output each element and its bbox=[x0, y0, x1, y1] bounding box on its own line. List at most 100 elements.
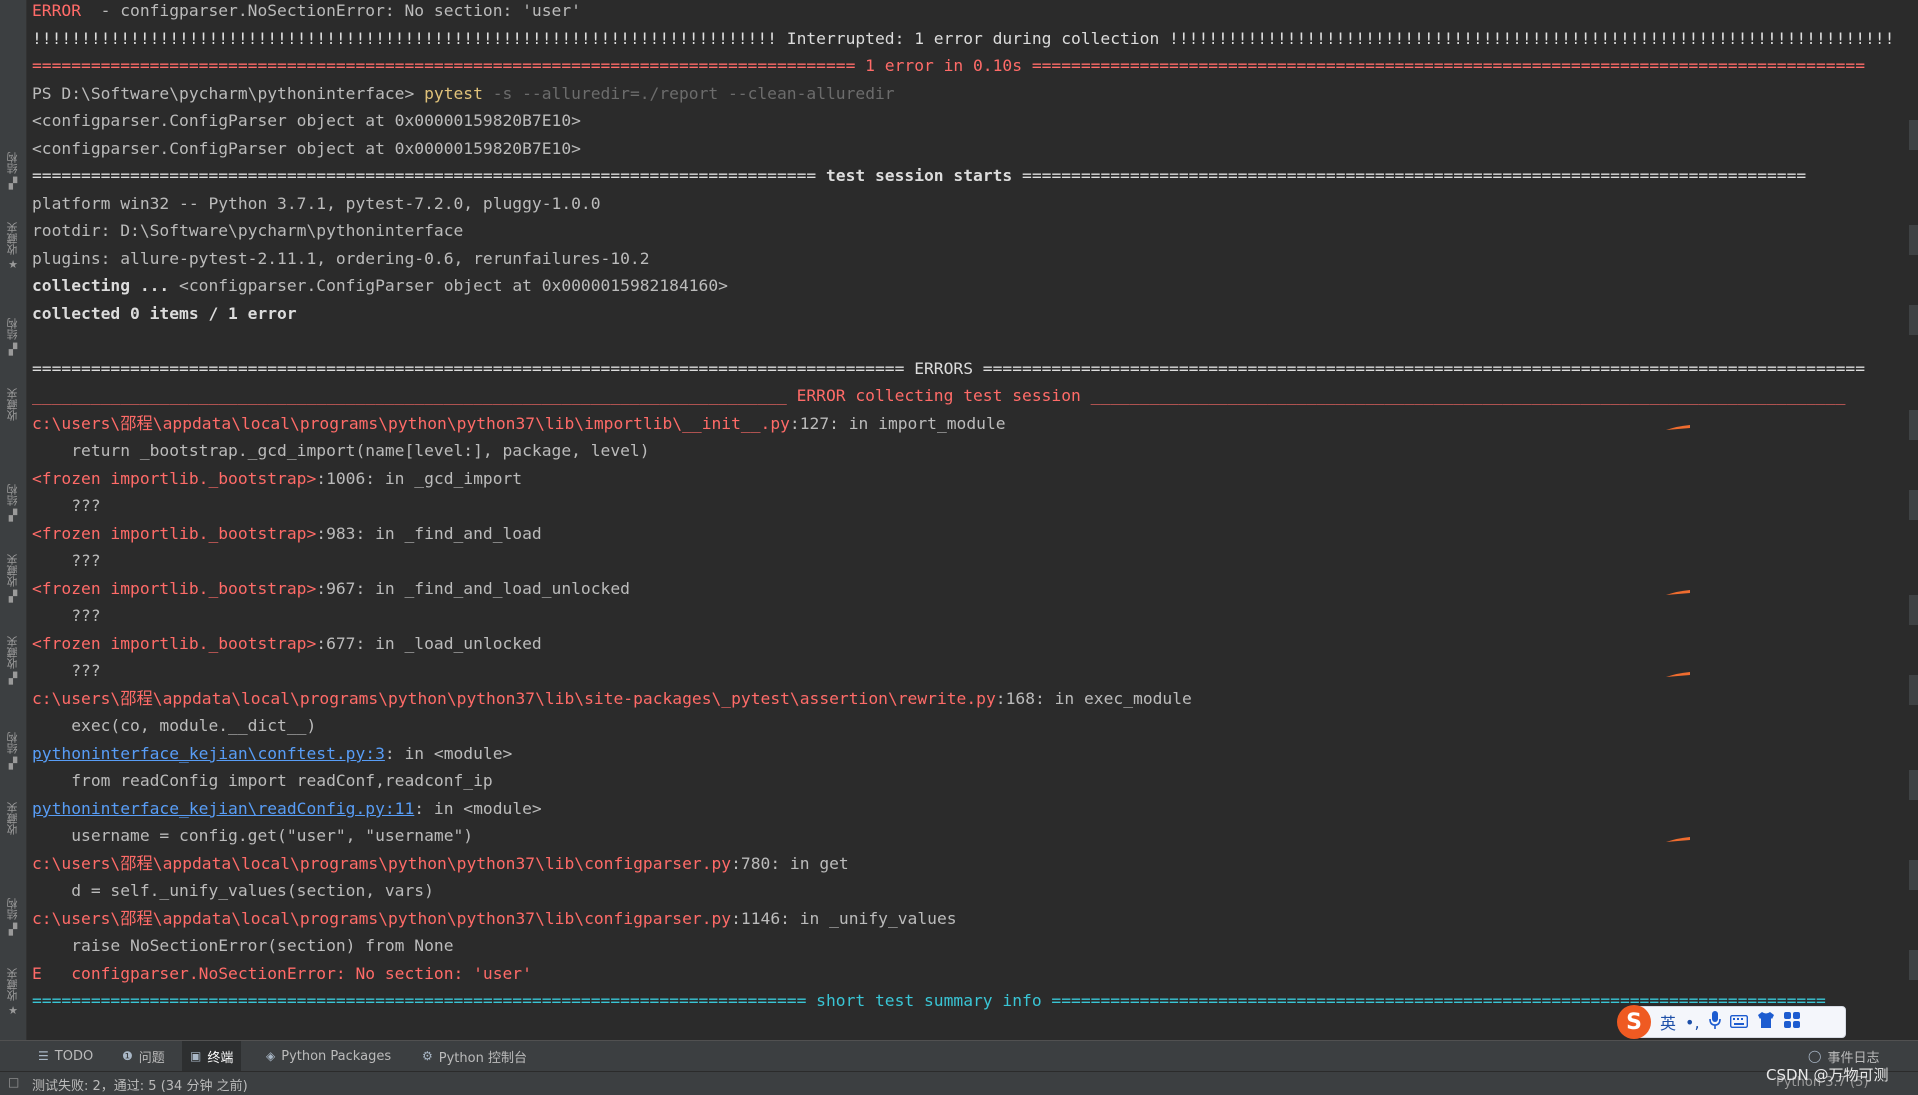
terminal-line: ERROR - configparser.NoSectionError: No … bbox=[32, 0, 581, 24]
frame-path: c:\users\邵程\appdata\local\programs\pytho… bbox=[32, 909, 732, 928]
side-tab-structure[interactable]: 结构 ▗▘ bbox=[1, 318, 25, 356]
traceback-frame: <frozen importlib._bootstrap>:1006: in _… bbox=[32, 465, 522, 492]
traceback-code: exec(co, module.__dict__) bbox=[32, 716, 317, 735]
structure-icon: ▗▘ bbox=[4, 757, 22, 770]
frame-location: :677: in _load_unlocked bbox=[316, 634, 542, 653]
error-message: - configparser.NoSectionError: No sectio… bbox=[81, 1, 581, 20]
side-tab-favorites[interactable]: 收藏夹 ▗▘ bbox=[1, 636, 25, 685]
error-marker-icon bbox=[1666, 590, 1690, 595]
list-icon: ☰ bbox=[38, 1049, 49, 1063]
side-tab-favorites[interactable]: 收藏夹 ▗▘ bbox=[1, 554, 25, 603]
watermark: CSDN @万物可测 bbox=[1766, 1066, 1889, 1084]
readconfig-link[interactable]: pythoninterface_kejian\readConfig.py:11 bbox=[32, 799, 414, 818]
traceback-frame: pythoninterface_kejian\conftest.py:3: in… bbox=[32, 740, 512, 767]
side-tab-label: 收藏夹 bbox=[6, 802, 19, 835]
scroll-marker bbox=[1909, 225, 1918, 255]
traceback-code: ??? bbox=[32, 551, 101, 570]
scroll-marker bbox=[1909, 595, 1918, 625]
terminal-line: collected 0 items / 1 error bbox=[32, 304, 297, 323]
microphone-icon[interactable] bbox=[1708, 1011, 1721, 1033]
terminal-output[interactable]: ERROR - configparser.NoSectionError: No … bbox=[32, 0, 1894, 1040]
tab-label: TODO bbox=[54, 1048, 94, 1064]
terminal-line: <configparser.ConfigParser object at 0x0… bbox=[32, 111, 581, 130]
command-args: -s --alluredir=./report --clean-alluredi… bbox=[482, 84, 895, 103]
session-title: test session starts bbox=[825, 166, 1013, 185]
command-name: pytest bbox=[424, 84, 483, 103]
traceback-frame: c:\users\邵程\appdata\local\programs\pytho… bbox=[32, 685, 1192, 712]
side-tab-favorites[interactable]: 收藏夹 bbox=[1, 802, 25, 835]
frame-path: c:\users\邵程\appdata\local\programs\pytho… bbox=[32, 689, 996, 708]
frame-path: <frozen importlib._bootstrap> bbox=[32, 634, 317, 653]
scroll-marker bbox=[1909, 675, 1918, 705]
terminal-line: platform win32 -- Python 3.7.1, pytest-7… bbox=[32, 194, 601, 213]
side-tab-label: 结构 bbox=[6, 318, 19, 340]
scroll-marker bbox=[1909, 860, 1918, 890]
traceback-frame: c:\users\邵程\appdata\local\programs\pytho… bbox=[32, 905, 957, 932]
tab-todo[interactable]: ☰ TODO bbox=[30, 1041, 101, 1071]
side-tab-structure[interactable]: 结构 ▗▘ bbox=[1, 898, 25, 936]
terminal-line: !!!!!!!!!!!!!!!!!!!!!!!!!!!!!!!!!!!!!!!!… bbox=[32, 29, 1894, 48]
frame-location: :780: in get bbox=[731, 854, 849, 873]
terminal-line: ========================================… bbox=[32, 56, 1865, 75]
traceback-code: ??? bbox=[32, 496, 101, 515]
status-message[interactable]: 测试失败: 2，通过: 5 (34 分钟 之前) bbox=[32, 1075, 248, 1094]
traceback-code: username = config.get("user", "username"… bbox=[32, 826, 474, 845]
window-icon[interactable]: □ bbox=[8, 1075, 19, 1089]
tab-python-packages[interactable]: ◈ Python Packages bbox=[258, 1041, 399, 1071]
error-marker-icon bbox=[1666, 837, 1690, 842]
conftest-link[interactable]: pythoninterface_kejian\conftest.py:3 bbox=[32, 744, 385, 763]
side-tab-structure[interactable]: 结构 ▗▘ bbox=[1, 732, 25, 770]
tab-python-console[interactable]: ⚙ Python 控制台 bbox=[414, 1041, 535, 1071]
structure-icon: ▗▘ bbox=[4, 343, 22, 356]
frame-location: :127: in import_module bbox=[789, 414, 1006, 433]
side-tab-favorites[interactable]: 收藏夹 ★ bbox=[1, 968, 25, 1017]
scrollbar-gutter[interactable] bbox=[1908, 0, 1918, 1040]
error-marker-icon bbox=[1666, 672, 1690, 677]
command-line: PS D:\Software\pycharm\pythoninterface> … bbox=[32, 80, 895, 107]
tab-label: 问题 bbox=[138, 1050, 165, 1066]
frame-path: c:\users\邵程\appdata\local\programs\pytho… bbox=[32, 854, 732, 873]
error-line: E configparser.NoSectionError: No sectio… bbox=[32, 964, 532, 983]
separator: ========================================… bbox=[32, 166, 826, 185]
session-header: ========================================… bbox=[32, 162, 1806, 189]
traceback-code: raise NoSectionError(section) from None bbox=[32, 936, 454, 955]
terminal-line: plugins: allure-pytest-2.11.1, ordering-… bbox=[32, 249, 650, 268]
traceback-code: return _bootstrap._gcd_import(name[level… bbox=[32, 441, 650, 460]
ime-punctuation[interactable]: •, bbox=[1685, 1013, 1700, 1032]
structure-icon: ▗▘ bbox=[4, 672, 22, 685]
frame-location: : in <module> bbox=[414, 799, 542, 818]
scroll-marker bbox=[1909, 120, 1918, 150]
side-tab-favorites[interactable]: 收藏夹 ★ bbox=[1, 222, 25, 271]
sogou-logo-icon[interactable]: S bbox=[1617, 1005, 1651, 1039]
frame-location: : in <module> bbox=[384, 744, 513, 763]
separator: ========================================… bbox=[1012, 166, 1807, 185]
side-tab-favorites[interactable]: 收藏夹 bbox=[1, 388, 25, 421]
toolbox-grid-icon[interactable] bbox=[1783, 1012, 1800, 1032]
shell-prompt: PS D:\Software\pycharm\pythoninterface> bbox=[32, 84, 425, 103]
tab-label: Python Packages bbox=[281, 1048, 392, 1064]
terminal-line: rootdir: D:\Software\pycharm\pythoninter… bbox=[32, 221, 464, 240]
ime-lang-toggle[interactable]: 英 bbox=[1660, 1010, 1676, 1034]
tab-problems[interactable]: ❶ 问题 bbox=[114, 1041, 173, 1071]
skin-shirt-icon[interactable] bbox=[1757, 1012, 1775, 1032]
traceback-frame: <frozen importlib._bootstrap>:967: in _f… bbox=[32, 575, 630, 602]
frame-path: <frozen importlib._bootstrap> bbox=[32, 579, 317, 598]
side-tab-structure[interactable]: 结构 ▗▘ bbox=[1, 152, 25, 190]
star-icon: ★ bbox=[8, 1004, 18, 1017]
traceback-frame: pythoninterface_kejian\readConfig.py:11:… bbox=[32, 795, 542, 822]
frame-path: <frozen importlib._bootstrap> bbox=[32, 469, 317, 488]
traceback-code: d = self._unify_values(section, vars) bbox=[32, 881, 434, 900]
side-tab-label: 收藏夹 bbox=[6, 388, 19, 421]
tab-terminal[interactable]: ▣ 终端 bbox=[182, 1041, 242, 1071]
frame-location: :967: in _find_and_load_unlocked bbox=[316, 579, 630, 598]
frame-location: :983: in _find_and_load bbox=[316, 524, 542, 543]
errors-header: ========================================… bbox=[32, 359, 1865, 378]
ime-toolbar[interactable]: S 英 •, bbox=[1617, 1005, 1846, 1039]
left-tool-stripe: 结构 ▗▘ 收藏夹 ★ 结构 ▗▘ 收藏夹 结构 ▗▘ 收藏夹 ▗▘ 收藏夹 ▗… bbox=[0, 0, 27, 1040]
side-tab-label: 收藏夹 bbox=[6, 636, 19, 669]
summary-header: ========================================… bbox=[32, 987, 1826, 1014]
keyboard-icon[interactable] bbox=[1729, 1013, 1748, 1032]
side-tab-structure[interactable]: 结构 ▗▘ bbox=[1, 484, 25, 522]
status-bar: □ 测试失败: 2，通过: 5 (34 分钟 之前) Python 3.7 (5… bbox=[0, 1071, 1918, 1095]
traceback-code: from readConfig import readConf,readconf… bbox=[32, 771, 493, 790]
